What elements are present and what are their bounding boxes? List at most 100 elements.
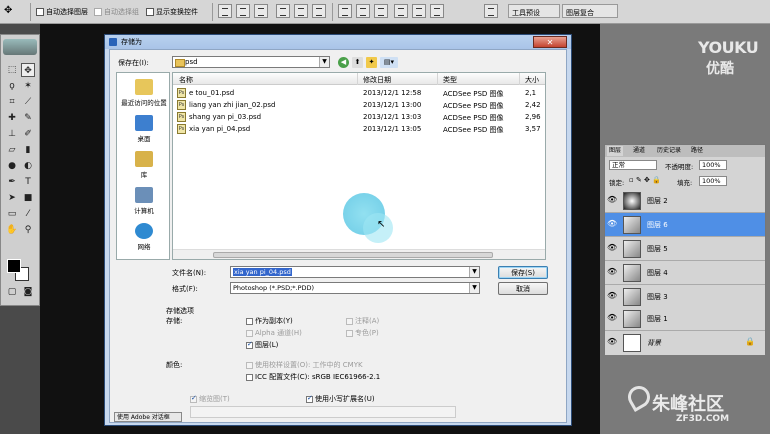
file-row[interactable]: Ps liang yan zhi jian_02.psd 2013/12/1 1… (173, 99, 545, 111)
align-top-icon[interactable] (218, 4, 232, 18)
lowercase-ext-checkbox[interactable] (306, 394, 313, 403)
use-adobe-dialog-button[interactable]: 使用 Adobe 对话框 (114, 412, 182, 422)
auto-select-group-checkbox[interactable] (94, 8, 102, 16)
file-row[interactable]: Ps shang yan pi_03.psd 2013/12/1 13:03 A… (173, 111, 545, 123)
icc-option[interactable]: ICC 配置文件(C): sRGB IEC61966-2.1 (246, 372, 380, 382)
back-icon[interactable]: ◀ (338, 57, 349, 68)
alpha-checkbox[interactable] (246, 329, 253, 337)
as-copy-option[interactable]: 作为副本(Y) (246, 316, 293, 326)
distribute-right-icon[interactable] (430, 4, 444, 18)
tab-paths[interactable]: 路径 (689, 146, 705, 156)
spot-option[interactable]: 专色(P) (346, 328, 379, 338)
place-computer[interactable]: 计算机 (117, 187, 171, 215)
layer-row[interactable]: 👁 背景 🔒 (605, 331, 765, 355)
icc-checkbox[interactable] (246, 373, 253, 381)
eye-icon[interactable]: 👁 (607, 195, 617, 205)
shape-tool-icon[interactable]: ■ (21, 191, 35, 205)
tab-layers[interactable]: 图层 (607, 146, 624, 156)
notes-checkbox[interactable] (346, 317, 353, 325)
eye-icon[interactable]: 👁 (607, 267, 617, 277)
slice-tool-icon[interactable]: ⟋ (21, 95, 35, 109)
zoom-tool-icon[interactable]: ⚲ (21, 223, 35, 237)
layer-row[interactable]: 👁 图层 3 (605, 285, 765, 309)
type-tool-icon[interactable]: T (21, 175, 35, 189)
filename-input[interactable]: xia yan pi_04.psd ▼ (230, 266, 480, 278)
align-center-icon[interactable] (294, 4, 308, 18)
tool-presets-tab[interactable]: 工具预设 (508, 4, 560, 18)
auto-select-layer-option[interactable]: 自动选择图层 (36, 6, 88, 18)
opacity-input[interactable]: 100% (699, 160, 727, 170)
eraser-tool-icon[interactable]: ▱ (5, 143, 19, 157)
dodge-tool-icon[interactable]: ◐ (21, 159, 35, 173)
alpha-option[interactable]: Alpha 通道(H) (246, 328, 302, 338)
pen-tool-icon[interactable]: ✒ (5, 175, 19, 189)
eye-icon[interactable]: 👁 (607, 291, 617, 301)
lowercase-ext-option[interactable]: 使用小写扩展名(U) (306, 394, 375, 404)
auto-select-layer-checkbox[interactable] (36, 8, 44, 16)
eye-icon[interactable]: 👁 (607, 313, 617, 323)
healing-brush-icon[interactable]: ✚ (5, 111, 19, 125)
notes-tool-icon[interactable]: ▭ (5, 207, 19, 221)
save-in-select[interactable]: psd ▼ (172, 56, 330, 68)
auto-select-group-option[interactable]: 自动选择组 (94, 6, 139, 18)
lasso-tool-icon[interactable]: ϙ (5, 79, 19, 93)
blur-tool-icon[interactable]: ● (5, 159, 19, 173)
scrollbar-thumb[interactable] (213, 252, 493, 258)
column-name[interactable]: 名称 (179, 75, 193, 85)
horizontal-scrollbar[interactable] (173, 249, 545, 259)
place-network[interactable]: 网络 (117, 223, 171, 251)
move-tool-icon[interactable]: ✥ (4, 5, 18, 19)
foreground-color-swatch[interactable] (7, 259, 21, 273)
align-right-icon[interactable] (312, 4, 326, 18)
thumbnail-option[interactable]: 缩览图(T) (190, 394, 230, 404)
layer-row[interactable]: 👁 图层 5 (605, 237, 765, 261)
brush-tool-icon[interactable]: ✎ (21, 111, 35, 125)
save-button[interactable]: 保存(S) (498, 266, 548, 279)
layer-row[interactable]: 👁 图层 6 (605, 213, 765, 237)
hand-tool-icon[interactable]: ✋ (5, 223, 19, 237)
layer-row[interactable]: 👁 图层 4 (605, 261, 765, 285)
thumbnail-checkbox[interactable] (190, 394, 197, 403)
show-transform-checkbox[interactable] (146, 8, 154, 16)
lock-icons[interactable]: ▫ ✎ ✥ 🔒 (629, 176, 661, 184)
notes-option[interactable]: 注释(A) (346, 316, 379, 326)
gradient-tool-icon[interactable]: ▮ (21, 143, 35, 157)
place-desktop[interactable]: 桌面 (117, 115, 171, 143)
spot-checkbox[interactable] (346, 329, 353, 337)
layers-checkbox[interactable] (246, 340, 253, 349)
align-middle-icon[interactable] (236, 4, 250, 18)
use-proof-option[interactable]: 使用校样设置(O): 工作中的 CMYK (246, 360, 363, 370)
distribute-top-icon[interactable] (338, 4, 352, 18)
tab-channels[interactable]: 通道 (631, 146, 647, 156)
distribute-left-icon[interactable] (394, 4, 408, 18)
eye-icon[interactable]: 👁 (607, 337, 617, 347)
as-copy-checkbox[interactable] (246, 317, 253, 325)
use-proof-checkbox[interactable] (246, 361, 253, 369)
align-left-icon[interactable] (276, 4, 290, 18)
column-type[interactable]: 类型 (443, 75, 457, 85)
close-button[interactable]: ✕ (533, 36, 567, 48)
move-tool-icon[interactable]: ✥ (21, 63, 35, 77)
blend-mode-select[interactable]: 正常 (609, 160, 657, 170)
layer-row[interactable]: 👁 图层 2 (605, 189, 765, 213)
up-folder-icon[interactable]: ⬆ (352, 57, 363, 68)
path-selection-icon[interactable]: ➤ (5, 191, 19, 205)
column-date[interactable]: 修改日期 (363, 75, 391, 85)
layer-row[interactable]: 👁 图层 1 (605, 307, 765, 331)
eye-icon[interactable]: 👁 (607, 219, 617, 229)
cancel-button[interactable]: 取消 (498, 282, 548, 295)
format-select[interactable]: Photoshop (*.PSD;*.PDD) ▼ (230, 282, 480, 294)
distribute-center-icon[interactable] (412, 4, 426, 18)
eyedropper-icon[interactable]: ⁄ (21, 207, 35, 221)
show-transform-option[interactable]: 显示变换控件 (146, 6, 198, 18)
file-row[interactable]: Ps e tou_01.psd 2013/12/1 12:58 ACDSee P… (173, 87, 545, 99)
magic-wand-icon[interactable]: ✶ (21, 79, 35, 93)
layer-comps-tab[interactable]: 图层复合 (562, 4, 618, 18)
column-size[interactable]: 大小 (525, 75, 539, 85)
clone-stamp-icon[interactable]: ⊥ (5, 127, 19, 141)
palette-well-icon[interactable] (484, 4, 498, 18)
distribute-middle-icon[interactable] (356, 4, 370, 18)
marquee-tool-icon[interactable]: ⬚ (5, 63, 19, 77)
quick-mask-icon[interactable]: ◙ (21, 285, 35, 299)
place-recent[interactable]: 最近访问的位置 (117, 79, 171, 107)
